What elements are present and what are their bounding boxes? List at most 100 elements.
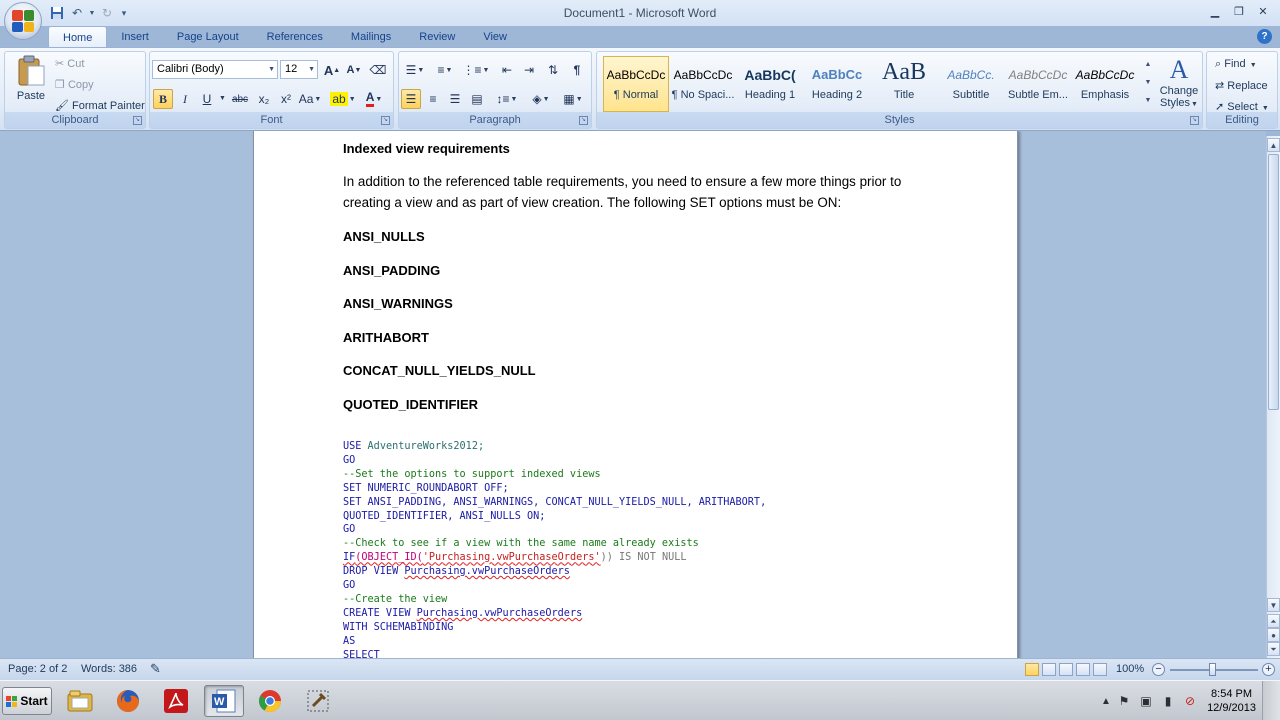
clipboard-launcher-icon[interactable]: ↘ <box>133 116 142 125</box>
minimize-icon[interactable]: ▁ <box>1204 2 1226 20</box>
style-heading-2[interactable]: AaBbCc Heading 2 <box>804 56 870 112</box>
style-subtitle[interactable]: AaBbCc. Subtitle <box>938 56 1004 112</box>
paste-button[interactable]: Paste <box>11 55 51 111</box>
shrink-font-button[interactable]: A ▼ <box>344 60 364 80</box>
borders-button[interactable]: ▦ ▼ <box>559 89 587 109</box>
sort-button[interactable]: ⇅ <box>543 60 563 80</box>
network-icon[interactable]: ▮ <box>1160 693 1176 709</box>
chevron-down-icon[interactable]: ▼ <box>1142 74 1154 92</box>
style-emphasis[interactable]: AaBbCcDc Emphasis <box>1072 56 1138 112</box>
proofing-icon[interactable]: ✎ <box>150 661 161 677</box>
scroll-down-icon[interactable]: ▼ <box>1267 598 1280 612</box>
tab-references[interactable]: References <box>253 26 337 48</box>
style-normal[interactable]: AaBbCcDc ¶ Normal <box>603 56 669 112</box>
chevron-down-icon: ▼ <box>314 95 322 103</box>
taskbar-tools[interactable] <box>298 685 338 717</box>
tab-view[interactable]: View <box>469 26 521 48</box>
styles-gallery-scroll[interactable]: ▲ ▼ ▼ <box>1142 56 1154 112</box>
font-size-combo[interactable]: 12 ▼ <box>280 60 318 79</box>
replace-button[interactable]: ⇄ Replace <box>1215 79 1268 92</box>
tab-home[interactable]: Home <box>48 26 108 48</box>
align-right-button[interactable]: ☰ <box>445 89 465 109</box>
change-case-button[interactable]: Aa ▼ <box>298 89 322 109</box>
word-count[interactable]: Words: 386 <box>81 663 137 675</box>
start-button[interactable]: Start <box>2 687 52 715</box>
zoom-slider-thumb[interactable] <box>1209 663 1216 676</box>
font-launcher-icon[interactable]: ↘ <box>381 116 390 125</box>
next-page-icon[interactable]: ⏷ <box>1267 642 1280 656</box>
tab-mailings[interactable]: Mailings <box>337 26 405 48</box>
style-title[interactable]: AaB Title <box>871 56 937 112</box>
print-layout-view-button[interactable] <box>1025 663 1039 676</box>
document-area[interactable]: Indexed view requirements In addition to… <box>0 131 1266 658</box>
clear-formatting-button[interactable]: ⌫ <box>368 60 388 80</box>
scroll-thumb[interactable] <box>1268 154 1279 410</box>
taskbar-file-explorer[interactable] <box>60 685 100 717</box>
page-count[interactable]: Page: 2 of 2 <box>8 663 67 675</box>
copy-button[interactable]: ❐ Copy <box>55 78 94 91</box>
taskbar-word[interactable]: W <box>204 685 244 717</box>
change-styles-button[interactable]: A Change Styles▼ <box>1157 55 1201 113</box>
taskbar-adobe-reader[interactable] <box>156 685 196 717</box>
help-icon[interactable]: ? <box>1257 29 1272 44</box>
font-name-combo[interactable]: Calibri (Body) ▼ <box>152 60 278 79</box>
taskbar-firefox[interactable] <box>108 685 148 717</box>
underline-button[interactable]: U <box>197 89 217 109</box>
font-color-button[interactable]: A ▼ <box>360 89 388 109</box>
increase-indent-button[interactable]: ⇥ <box>519 60 539 80</box>
paragraph-launcher-icon[interactable]: ↘ <box>579 116 588 125</box>
tab-review[interactable]: Review <box>405 26 469 48</box>
chevron-up-icon[interactable]: ▲ <box>1142 56 1154 74</box>
bold-button[interactable]: B <box>153 89 173 109</box>
style-no-spacing[interactable]: AaBbCcDc ¶ No Spaci... <box>670 56 736 112</box>
italic-button[interactable]: I <box>175 89 195 109</box>
line-spacing-button[interactable]: ↕≡ ▼ <box>493 89 521 109</box>
show-hide-button[interactable]: ¶ <box>567 60 587 80</box>
underline-dropdown-icon[interactable]: ▼ <box>219 95 226 102</box>
outline-view-button[interactable] <box>1076 663 1090 676</box>
show-desktop-button[interactable] <box>1262 681 1280 720</box>
highlight-button[interactable]: ab ▼ <box>330 89 356 109</box>
zoom-in-icon[interactable]: + <box>1262 663 1275 676</box>
taskbar-chrome[interactable] <box>250 685 290 717</box>
multilevel-list-button[interactable]: ⋮≡ ▼ <box>461 60 491 80</box>
document-page[interactable]: Indexed view requirements In addition to… <box>253 131 1018 658</box>
zoom-out-icon[interactable]: − <box>1152 663 1165 676</box>
volume-muted-icon[interactable]: ⊘ <box>1182 693 1198 709</box>
strikethrough-button[interactable]: abc <box>228 89 252 109</box>
style-heading-1[interactable]: AaBbC( Heading 1 <box>737 56 803 112</box>
device-icon[interactable]: ▣ <box>1138 693 1154 709</box>
style-subtle-emphasis[interactable]: AaBbCcDc Subtle Em... <box>1005 56 1071 112</box>
gallery-more-icon[interactable]: ▼ <box>1142 92 1154 110</box>
draft-view-button[interactable] <box>1093 663 1107 676</box>
grow-font-button[interactable]: A ▲ <box>322 60 342 80</box>
action-center-flag-icon[interactable]: ⚑ <box>1116 693 1132 709</box>
browse-object-icon[interactable]: ● <box>1267 628 1280 642</box>
format-painter-button[interactable]: 🖌 Format Painter <box>55 99 145 112</box>
web-layout-view-button[interactable] <box>1059 663 1073 676</box>
system-clock[interactable]: 8:54 PM 12/9/2013 <box>1207 687 1256 715</box>
subscript-button[interactable]: x₂ <box>254 89 274 109</box>
center-button[interactable]: ≡ <box>423 89 443 109</box>
shading-button[interactable]: ◈ ▼ <box>527 89 555 109</box>
tab-page-layout[interactable]: Page Layout <box>163 26 253 48</box>
vertical-scrollbar[interactable]: ▲ ▼ ⏶ ● ⏷ <box>1266 136 1280 658</box>
bullets-button[interactable]: ☰ ▼ <box>401 60 429 80</box>
zoom-level[interactable]: 100% <box>1116 663 1144 675</box>
decrease-indent-button[interactable]: ⇤ <box>497 60 517 80</box>
restore-icon[interactable]: ❐ <box>1228 2 1250 20</box>
tab-insert[interactable]: Insert <box>107 26 163 48</box>
styles-launcher-icon[interactable]: ↘ <box>1190 116 1199 125</box>
superscript-button[interactable]: x² <box>276 89 296 109</box>
previous-page-icon[interactable]: ⏶ <box>1267 614 1280 628</box>
full-screen-reading-view-button[interactable] <box>1042 663 1056 676</box>
cut-button[interactable]: ✂ Cut <box>55 57 84 70</box>
align-left-button[interactable]: ☰ <box>401 89 421 109</box>
office-button[interactable] <box>4 2 42 40</box>
close-icon[interactable]: ✕ <box>1252 2 1274 20</box>
justify-button[interactable]: ▤ <box>467 89 487 109</box>
find-button[interactable]: ⌕ Find ▼ <box>1215 58 1257 71</box>
show-hidden-icons-icon[interactable]: ▲ <box>1098 693 1114 709</box>
scroll-up-icon[interactable]: ▲ <box>1267 138 1280 152</box>
numbering-button[interactable]: ≡ ▼ <box>431 60 459 80</box>
